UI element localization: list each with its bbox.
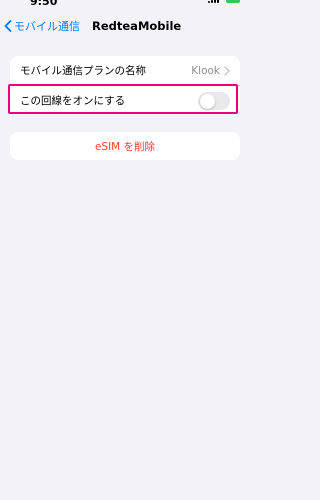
- settings-group: モバイル通信プランの名称 Klook この回線をオンにする: [10, 56, 240, 115]
- status-time: 9:50: [30, 0, 58, 8]
- line-on-label: この回線をオンにする: [20, 94, 126, 107]
- delete-group: eSIM を削除: [10, 132, 240, 160]
- back-button-label: モバイル通信: [14, 20, 80, 33]
- signal-icon: [208, 0, 222, 3]
- plan-name-label: モバイル通信プランの名称: [20, 65, 146, 77]
- plan-name-value-wrap: Klook: [191, 65, 230, 77]
- back-button[interactable]: モバイル通信: [4, 18, 80, 34]
- nav-bar: モバイル通信 RedteaMobile: [0, 14, 250, 44]
- plan-name-value: Klook: [191, 64, 220, 77]
- status-bar: 9:50: [0, 0, 250, 10]
- page-title: RedteaMobile: [92, 19, 182, 33]
- status-icons: [208, 0, 240, 3]
- line-on-toggle[interactable]: [198, 92, 230, 110]
- delete-esim-button[interactable]: eSIM を削除: [95, 139, 155, 154]
- chevron-left-icon: [4, 20, 12, 32]
- plan-name-row[interactable]: モバイル通信プランの名称 Klook: [10, 56, 240, 85]
- battery-icon: [226, 0, 240, 3]
- chevron-right-icon: [224, 65, 230, 76]
- toggle-knob: [199, 93, 215, 109]
- line-on-row: この回線をオンにする: [10, 85, 240, 114]
